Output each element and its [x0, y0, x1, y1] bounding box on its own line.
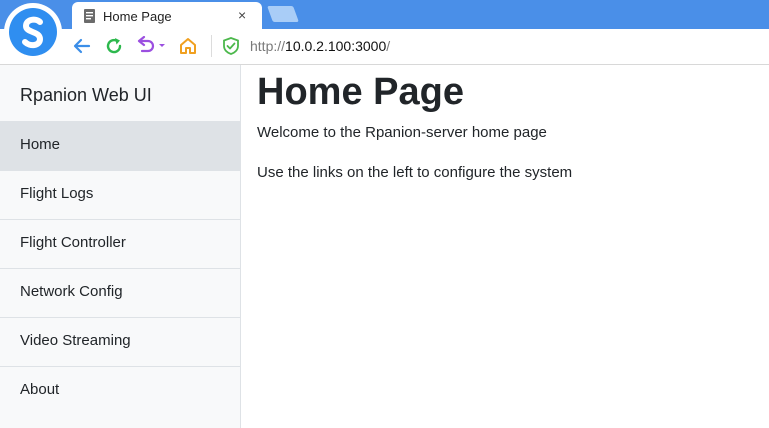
security-shield-icon[interactable] — [222, 36, 240, 56]
refresh-icon[interactable] — [104, 36, 124, 56]
sidebar-nav: Home Flight Logs Flight Controller Netwo… — [0, 121, 240, 415]
sidebar-item-about[interactable]: About — [0, 366, 240, 415]
browser-logo-icon[interactable] — [4, 3, 62, 61]
address-bar[interactable]: http://10.0.2.100:3000/ — [250, 38, 390, 54]
sidebar-item-video-streaming[interactable]: Video Streaming — [0, 317, 240, 366]
welcome-text: Welcome to the Rpanion-server home page — [257, 124, 547, 141]
sidebar-item-label: Video Streaming — [20, 332, 131, 349]
sidebar-item-label: Flight Logs — [20, 185, 94, 202]
page-title: Home Page — [257, 71, 464, 113]
document-icon — [84, 9, 95, 23]
sidebar-item-flight-logs[interactable]: Flight Logs — [0, 170, 240, 219]
instructions-text: Use the links on the left to configure t… — [257, 164, 573, 181]
sidebar-item-label: Home — [20, 136, 61, 153]
url-host: 10.0.2.100:3000 — [285, 38, 387, 54]
sidebar-item-label: Network Config — [20, 283, 123, 300]
sidebar-item-label: About — [20, 381, 60, 398]
home-icon[interactable] — [178, 36, 198, 56]
sidebar: Rpanion Web UI Home Flight Logs Flight C… — [0, 65, 241, 428]
undo-dropdown-icon[interactable] — [136, 36, 168, 56]
close-icon[interactable]: × — [238, 7, 246, 23]
tab-title: Home Page — [103, 9, 172, 24]
back-arrow-icon[interactable] — [72, 36, 92, 56]
browser-toolbar: http://10.0.2.100:3000/ — [0, 29, 769, 65]
sidebar-item-home[interactable]: Home — [0, 121, 240, 170]
main-content: Home Page Welcome to the Rpanion-server … — [241, 65, 769, 428]
new-tab-icon[interactable] — [267, 6, 299, 22]
sidebar-brand[interactable]: Rpanion Web UI — [20, 85, 152, 106]
sidebar-item-network-config[interactable]: Network Config — [0, 268, 240, 317]
url-path: / — [386, 38, 391, 54]
toolbar-separator — [211, 35, 212, 57]
tab-home-page[interactable]: Home Page × — [72, 2, 262, 30]
sidebar-item-flight-controller[interactable]: Flight Controller — [0, 219, 240, 268]
browser-chrome: Home Page × http://10.0.2.100:3000/ — [0, 0, 769, 65]
sidebar-item-label: Flight Controller — [20, 234, 126, 251]
url-protocol: http:// — [250, 38, 286, 54]
